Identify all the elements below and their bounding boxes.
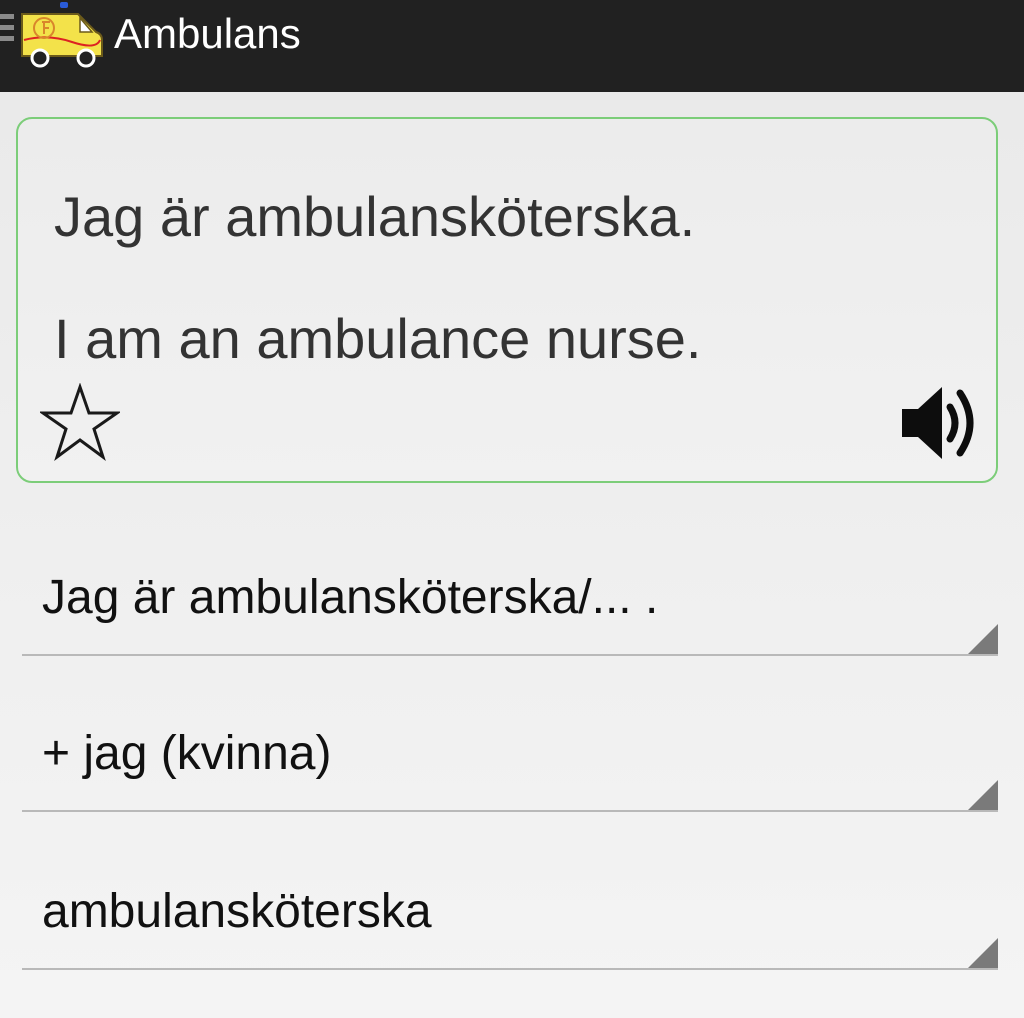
speaker-icon[interactable]: [898, 381, 982, 465]
app-root: Ambulans Jag är ambulansköterska. I am a…: [0, 0, 1024, 1018]
drawer-menu-icon[interactable]: [0, 14, 14, 50]
phrase-english-text: I am an ambulance nurse.: [54, 307, 702, 370]
spinner-selected-value: Jag är ambulansköterska/... .: [42, 571, 659, 624]
spinner-selected-value: + jag (kvinna): [42, 727, 332, 780]
spinner-profession[interactable]: ambulansköterska: [22, 850, 998, 970]
spinner-selected-value: ambulansköterska: [42, 885, 432, 938]
spinner-dropdown-indicator-icon: [968, 780, 998, 810]
spinner-dropdown-indicator-icon: [968, 624, 998, 654]
ambulance-logo-icon[interactable]: [18, 0, 106, 72]
spinner-dropdown-indicator-icon: [968, 938, 998, 968]
app-title: Ambulans: [114, 10, 301, 57]
phrase-card: Jag är ambulansköterska. I am an ambulan…: [16, 117, 998, 483]
spinner-speaker-gender[interactable]: + jag (kvinna): [22, 692, 998, 812]
phrase-swedish-text: Jag är ambulansköterska.: [54, 185, 696, 248]
star-outline-icon[interactable]: [40, 383, 120, 463]
spinner-phrase-template[interactable]: Jag är ambulansköterska/... .: [22, 536, 998, 656]
action-bar: Ambulans: [0, 0, 1024, 92]
